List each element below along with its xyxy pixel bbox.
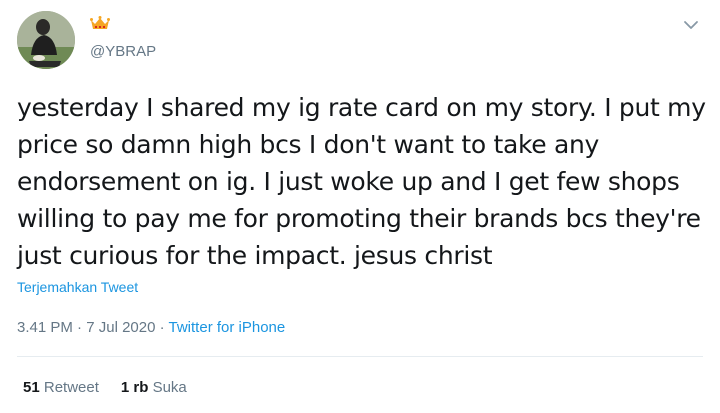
chevron-down-icon[interactable] (682, 16, 700, 34)
avatar[interactable] (17, 11, 75, 69)
tweet-text-line: endorsement on ig. I just woke up and I … (17, 167, 680, 196)
tweet-metadata: 3.41 PM · 7 Jul 2020 · Twitter for iPhon… (17, 319, 285, 336)
tweet-stats: 51 Retweet 1 rb Suka (23, 379, 187, 396)
profile-photo-icon (17, 11, 75, 69)
like-stat[interactable]: 1 rb Suka (121, 379, 187, 396)
tweet-text-line: price so damn high bcs I don't want to t… (17, 130, 600, 159)
like-label: Suka (152, 379, 187, 396)
tweet-text-line: yesterday I shared my ig rate card on my… (17, 93, 706, 122)
translate-tweet-link[interactable]: Terjemahkan Tweet (17, 279, 138, 295)
tweet-card: @YBRAP yesterday I shared my ig rate car… (0, 0, 720, 413)
like-count: 1 rb (120, 379, 149, 396)
tweet-text: yesterday I shared my ig rate card on my… (17, 89, 707, 274)
tweet-source-link[interactable]: Twitter for iPhone (169, 319, 286, 336)
retweet-stat[interactable]: 51 Retweet (23, 379, 99, 396)
tweet-date[interactable]: 7 Jul 2020 (86, 319, 155, 336)
user-handle[interactable]: @YBRAP (90, 43, 156, 60)
crown-icon (90, 16, 110, 29)
retweet-count: 51 (23, 379, 40, 396)
tweet-text-line: just curious for the impact. jesus chris… (17, 241, 493, 270)
retweet-label: Retweet (43, 379, 99, 396)
meta-separator: · (72, 319, 87, 336)
tweet-text-line: willing to pay me for promoting their br… (17, 204, 701, 233)
tweet-time[interactable]: 3.41 PM (17, 319, 73, 336)
meta-separator: · (155, 319, 169, 336)
display-name-row[interactable] (90, 16, 110, 38)
divider (17, 356, 703, 357)
